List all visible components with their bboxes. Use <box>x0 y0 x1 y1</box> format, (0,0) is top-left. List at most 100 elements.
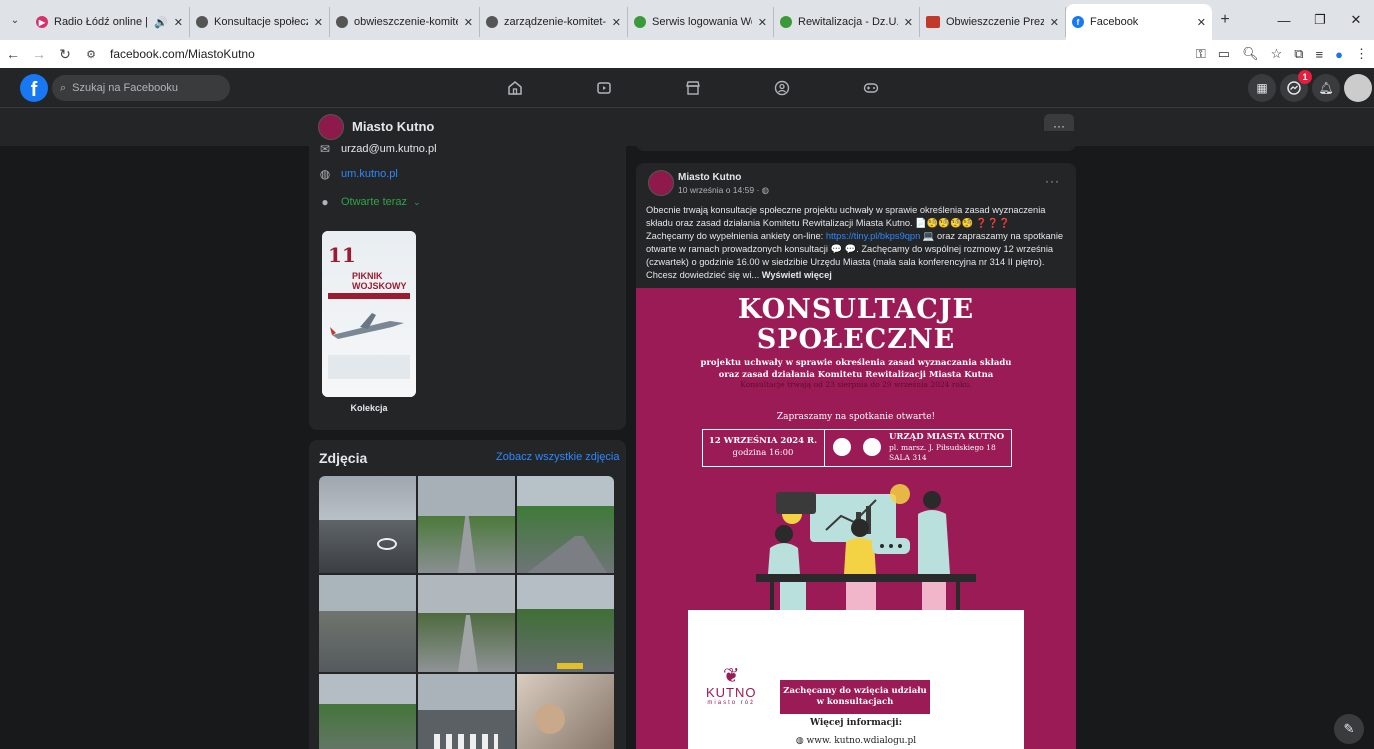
close-tab-icon[interactable]: ✕ <box>174 16 183 29</box>
browser-tab[interactable]: Rewitalizacja - Dz.U. i M.P ✕ <box>774 7 920 37</box>
poster-note: Konsultacje trwają od 23 sierpnia do 29 … <box>740 380 972 389</box>
intro-email-row: ✉ urzad@um.kutno.pl <box>319 142 437 156</box>
photo-thumbnail[interactable] <box>517 575 614 672</box>
new-message-button[interactable]: ✎ <box>1334 714 1364 744</box>
video-icon[interactable] <box>594 78 614 98</box>
photo-thumbnail[interactable] <box>418 575 515 672</box>
globe-icon <box>196 16 208 28</box>
globe-icon <box>486 16 498 28</box>
profile-icon[interactable]: ● <box>1335 47 1343 62</box>
tvp-icon <box>926 16 940 28</box>
url-field[interactable]: facebook.com/MiastoKutno <box>110 47 255 61</box>
facebook-logo-icon[interactable]: f <box>20 74 48 102</box>
collection-label[interactable]: Kolekcja <box>322 403 416 413</box>
survey-link[interactable]: https://tiny.pl/bkps9qpn <box>826 231 920 241</box>
photos-title: Zdjęcia <box>319 450 368 466</box>
poster-place-3: SALA 314 <box>889 453 927 462</box>
restore-icon[interactable]: ❐ <box>1302 12 1338 28</box>
browser-tab[interactable]: zarządzenie-komitet-rewi ✕ <box>480 7 628 37</box>
photo-thumbnail[interactable] <box>319 575 416 672</box>
groups-icon[interactable] <box>772 78 792 98</box>
photo-thumbnail[interactable] <box>319 476 416 573</box>
site-info-icon[interactable]: ⚙ <box>78 48 104 61</box>
notifications-bell-icon[interactable]: 🔔︎ <box>1312 74 1340 102</box>
facebook-icon: f <box>1072 16 1084 28</box>
rose-icon: ❦ <box>722 665 740 687</box>
close-tab-icon[interactable]: ✕ <box>612 16 621 29</box>
facebook-top-nav: f ⌕ Szukaj na Facebooku ▦ 1 🔔︎ <box>0 68 1374 108</box>
password-key-icon[interactable]: ⚿ <box>1196 46 1206 62</box>
poster-details-box: 12 WRZEŚNIA 2024 R. godzina 16:00 URZĄD … <box>702 429 1012 467</box>
post-more-options[interactable]: ··· <box>1045 174 1060 188</box>
close-tab-icon[interactable]: ✕ <box>758 16 767 29</box>
browser-tab[interactable]: Obwieszczenie Prezydent ✕ <box>920 7 1066 37</box>
browser-tab[interactable]: Serwis logowania Wolters ✕ <box>628 7 774 37</box>
poster-hour: godzina 16:00 <box>732 448 794 458</box>
browser-tab[interactable]: obwieszczenie-komitet-re ✕ <box>330 7 480 37</box>
address-bar: ← → ↻ ⚙ facebook.com/MiastoKutno ⚿ ▭ 🔍︎ … <box>0 40 1374 68</box>
facebook-search-input[interactable]: ⌕ Szukaj na Facebooku <box>52 75 230 101</box>
page-name[interactable]: Miasto Kutno <box>352 119 434 134</box>
intro-website-row: ◍ um.kutno.pl <box>319 167 398 181</box>
zoom-icon[interactable]: 🔍︎ <box>1242 46 1259 62</box>
close-tab-icon[interactable]: ✕ <box>1197 16 1206 29</box>
page-avatar[interactable] <box>318 114 344 140</box>
forward-icon[interactable]: → <box>26 46 52 62</box>
see-all-photos-link[interactable]: Zobacz wszystkie zdjęcia <box>496 451 620 463</box>
messenger-icon[interactable]: 1 <box>1280 70 1312 102</box>
close-tab-icon[interactable]: ✕ <box>1050 16 1059 29</box>
envelope-icon: ✉ <box>319 142 331 156</box>
post-author-name[interactable]: Miasto Kutno <box>678 172 741 183</box>
poster-invite: Zapraszamy na spotkanie otwarte! <box>776 412 936 422</box>
poster-place-2: pl. marsz. J. Piłsudskiego 18 <box>889 443 996 452</box>
browser-tab[interactable]: ▶ Radio Łódź online | O 🔊 ✕ <box>30 7 190 37</box>
close-window-icon[interactable]: ✕ <box>1338 12 1374 28</box>
reload-icon[interactable]: ↻ <box>52 46 78 63</box>
intro-hours-row: ● Otwarte teraz ⌄ <box>318 195 421 209</box>
collection-thumb-title: PIKNIK WOJSKOWY <box>352 271 407 291</box>
browser-tab-active[interactable]: f Facebook ✕ <box>1066 4 1212 40</box>
see-more-link[interactable]: Wyświetl więcej <box>762 270 832 280</box>
cast-icon[interactable]: ▭ <box>1218 46 1230 62</box>
extensions-icon[interactable]: ⧉ <box>1294 46 1303 62</box>
new-tab-button[interactable]: + <box>1212 11 1238 29</box>
poster-title-2: SPOŁECZNE <box>756 324 956 355</box>
poster-date: 12 WRZEŚNIA 2024 R. <box>708 436 818 446</box>
globe-icon <box>336 16 348 28</box>
minimize-icon[interactable]: — <box>1266 13 1302 28</box>
poster-cta: Zachęcamy do wzięcia udziału w konsultac… <box>780 680 930 714</box>
post-image-poster[interactable]: KONSULTACJE SPOŁECZNE projektu uchwały w… <box>636 288 1076 749</box>
post-text: Obecnie trwają konsultacje społeczne pro… <box>646 205 1064 280</box>
bookmark-star-icon[interactable]: ☆ <box>1271 46 1283 62</box>
radio-icon: ▶ <box>36 16 48 28</box>
reading-list-icon[interactable]: ≡ <box>1316 47 1324 62</box>
photo-thumbnail[interactable] <box>319 674 416 749</box>
photo-thumbnail[interactable] <box>517 674 614 749</box>
kutno-logo: ❦ KUTNO miasto róż <box>706 665 757 706</box>
post-author-avatar[interactable] <box>648 170 674 196</box>
gaming-icon[interactable] <box>861 78 881 98</box>
wk-icon <box>780 16 792 28</box>
globe-icon: ◍ <box>795 736 807 746</box>
browser-tab[interactable]: Konsultacje społeczne ✕ <box>190 7 330 37</box>
wk-icon <box>634 16 646 28</box>
photo-thumbnail[interactable] <box>517 476 614 573</box>
speaker-icon[interactable]: 🔊 <box>154 16 168 29</box>
address-bar-actions: ⚿ ▭ 🔍︎ ☆ ⧉ ≡ ● ⋮ <box>1196 40 1368 68</box>
close-tab-icon[interactable]: ✕ <box>904 16 913 29</box>
back-icon[interactable]: ← <box>0 46 26 62</box>
tab-search-button[interactable]: ⌄ <box>0 0 30 40</box>
browser-menu-icon[interactable]: ⋮ <box>1355 46 1368 62</box>
avatar[interactable] <box>1344 74 1372 102</box>
chevron-down-icon[interactable]: ⌄ <box>413 197 421 208</box>
close-tab-icon[interactable]: ✕ <box>464 16 473 29</box>
collection-card[interactable]: 11 PIKNIK WOJSKOWY <box>322 231 416 397</box>
marketplace-icon[interactable] <box>683 78 703 98</box>
menu-grid-icon[interactable]: ▦ <box>1248 74 1276 102</box>
collection-thumb-day: 11 <box>328 243 356 267</box>
photo-thumbnail[interactable] <box>418 476 515 573</box>
photo-thumbnail[interactable] <box>418 674 515 749</box>
home-icon[interactable] <box>505 78 525 98</box>
close-tab-icon[interactable]: ✕ <box>314 16 323 29</box>
post-timestamp[interactable]: 10 września o 14:59 · ◍ <box>678 185 769 196</box>
